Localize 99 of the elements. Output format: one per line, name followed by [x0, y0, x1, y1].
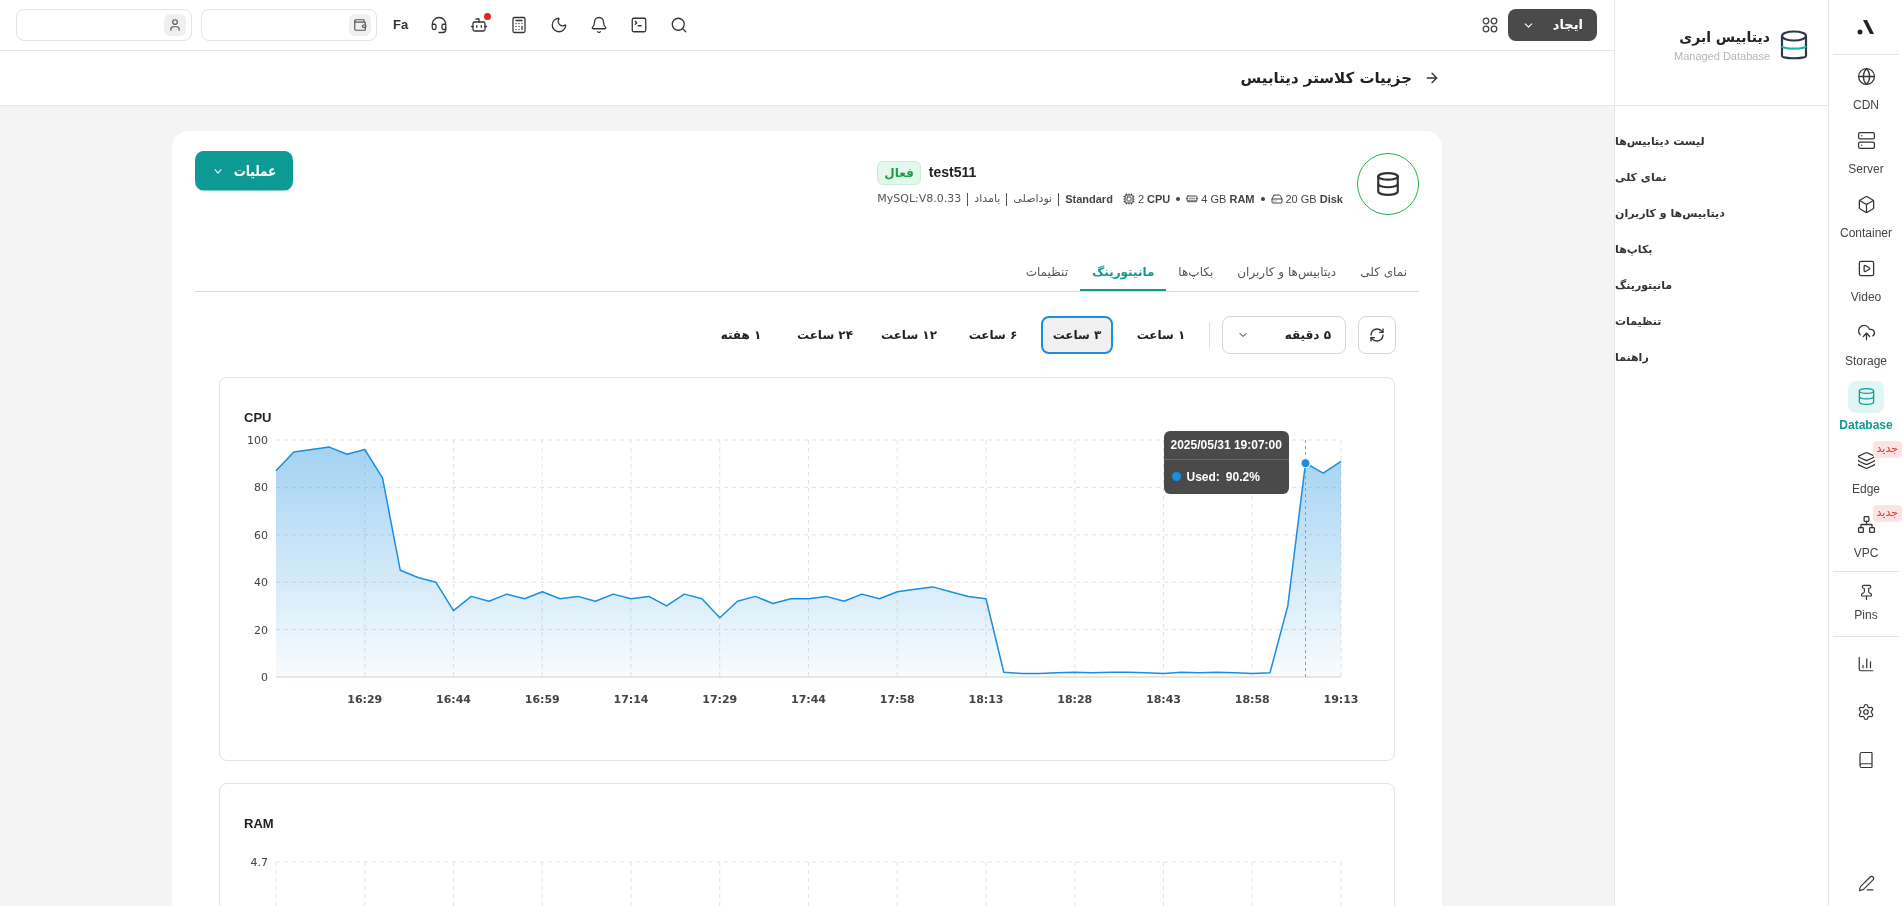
rail-item[interactable]: CDN [1829, 55, 1903, 119]
rail-item[interactable]: Server [1829, 119, 1903, 183]
headset-icon[interactable] [430, 16, 449, 34]
sidebar-item[interactable]: لیست دیتابیس‌ها [1615, 124, 1705, 160]
product-subtitle: Managed Database [1674, 48, 1770, 64]
book-icon[interactable] [1857, 751, 1875, 769]
status-badge: فعال [877, 160, 921, 185]
refresh-icon [1369, 327, 1385, 343]
search-icon[interactable] [670, 16, 689, 34]
calculator-icon[interactable] [510, 16, 529, 34]
tooltip-time: 2025/05/31 19:07:00 [1170, 437, 1282, 452]
detail-text: بامداد [974, 190, 1001, 207]
x-axis-label: 18:58 [1234, 692, 1270, 706]
time-range-button[interactable]: ۱ هفته [705, 316, 777, 354]
account-field[interactable] [16, 9, 192, 41]
spec-text: 20 GB Disk [1285, 191, 1343, 207]
wallet-field[interactable] [201, 9, 377, 41]
new-badge: جدید [1872, 505, 1902, 522]
rail-item[interactable]: Database [1829, 375, 1903, 439]
tooltip-value: 90.2% [1225, 468, 1260, 486]
new-badge: جدید [1872, 441, 1902, 458]
time-range-button[interactable]: ۳ ساعت [1041, 316, 1113, 354]
cloud-upload-icon [1856, 323, 1876, 342]
bar-chart-icon[interactable] [1857, 655, 1875, 673]
chart-title: CPU [244, 409, 273, 427]
language-button[interactable]: Fa [393, 15, 409, 35]
tooltip-label: Used: [1186, 468, 1220, 486]
detail-text: MySQL:V8.0.33 [877, 190, 962, 207]
x-axis-label: 17:14 [613, 692, 649, 706]
x-axis-label: 16:59 [524, 692, 560, 706]
robot-icon[interactable] [470, 16, 489, 34]
sidebar-item[interactable]: مانیتورینگ [1615, 268, 1673, 304]
rail-item[interactable]: Container [1829, 183, 1903, 247]
hover-point [1300, 457, 1311, 468]
x-axis-label: 18:28 [1057, 692, 1093, 706]
x-axis-label: 17:44 [791, 692, 826, 706]
bell-icon[interactable] [590, 16, 609, 34]
rail-item[interactable]: Storage [1829, 311, 1903, 375]
spec-text: 2 CPU [1137, 191, 1171, 207]
x-axis-label: 17:58 [879, 692, 915, 706]
database-icon [1375, 171, 1401, 197]
tab[interactable]: تنظیمات [1013, 255, 1080, 291]
page-title: جزییات کلاستر دیتابیس [1240, 67, 1412, 89]
sidebar-item[interactable]: نمای کلی [1615, 160, 1667, 196]
sidebar-item[interactable]: دیتابیس‌ها و کاربران [1615, 196, 1725, 232]
terminal-icon[interactable] [630, 16, 649, 34]
sidebar-item[interactable]: تنظیمات [1615, 304, 1662, 340]
cube-icon [1856, 195, 1876, 214]
tab[interactable]: بکاپ‌ها [1166, 255, 1226, 291]
tab[interactable]: نمای کلی [1348, 255, 1419, 291]
time-range-button[interactable]: ۲۴ ساعت [789, 316, 861, 354]
legend-marker [1171, 472, 1181, 482]
tab[interactable]: دیتابیس‌ها و کاربران [1225, 255, 1349, 291]
create-button[interactable]: ایجاد [1508, 9, 1597, 41]
chart-title: RAM [244, 815, 275, 833]
y-axis-label: 80 [254, 480, 268, 494]
refresh-button[interactable] [1358, 316, 1396, 354]
wallet-icon[interactable] [353, 18, 367, 32]
interval-dropdown[interactable]: ۵ دقیقه [1222, 316, 1346, 354]
x-axis-label: 18:13 [968, 692, 1004, 706]
x-axis-label: 18:43 [1146, 692, 1181, 706]
x-axis-label: 16:44 [436, 692, 471, 706]
y-axis-label: 4.7 [250, 855, 268, 869]
spec-text: 4 GB RAM [1201, 191, 1255, 207]
rail-item[interactable]: Pins [1829, 572, 1903, 636]
network-icon [1856, 515, 1876, 534]
back-arrow-icon[interactable] [1424, 70, 1440, 86]
globe-icon [1856, 67, 1876, 86]
settings-icon[interactable] [1857, 703, 1875, 721]
play-icon [1856, 259, 1876, 278]
plan-text: Standard [1065, 191, 1113, 207]
apps-grid-icon[interactable] [1482, 17, 1498, 33]
y-axis-label: 20 [254, 623, 268, 637]
database-icon [1780, 29, 1808, 62]
time-range-button[interactable]: ۱۲ ساعت [873, 316, 945, 354]
pen-icon[interactable] [1857, 875, 1875, 892]
time-range-button[interactable]: ۶ ساعت [957, 316, 1029, 354]
x-axis-label: 19:13 [1323, 692, 1359, 706]
cluster-name: test511 [928, 163, 977, 183]
logo-icon[interactable] [1857, 19, 1875, 35]
cpu-icon [1122, 193, 1135, 205]
time-range-button[interactable]: ۱ ساعت [1125, 316, 1197, 354]
y-axis-label: 100 [247, 433, 268, 447]
x-axis-label: 17:29 [702, 692, 738, 706]
user-icon[interactable] [168, 18, 182, 32]
moon-icon[interactable] [550, 16, 569, 34]
x-axis-label: 16:29 [347, 692, 383, 706]
sidebar-item[interactable]: بکاپ‌ها [1615, 232, 1653, 268]
y-axis-label: 60 [254, 528, 268, 542]
y-axis-label: 0 [261, 670, 268, 684]
server-icon [1856, 131, 1876, 150]
sidebar-item[interactable]: راهنما [1615, 340, 1649, 376]
ram-icon [1186, 193, 1199, 205]
rail-item[interactable]: Video [1829, 247, 1903, 311]
layers-icon [1856, 451, 1876, 470]
product-title: دیتابیس ابری [1679, 27, 1770, 48]
detail-text: نوداصلی [1013, 190, 1053, 207]
database-icon [1856, 387, 1876, 406]
y-axis-label: 40 [254, 575, 268, 589]
